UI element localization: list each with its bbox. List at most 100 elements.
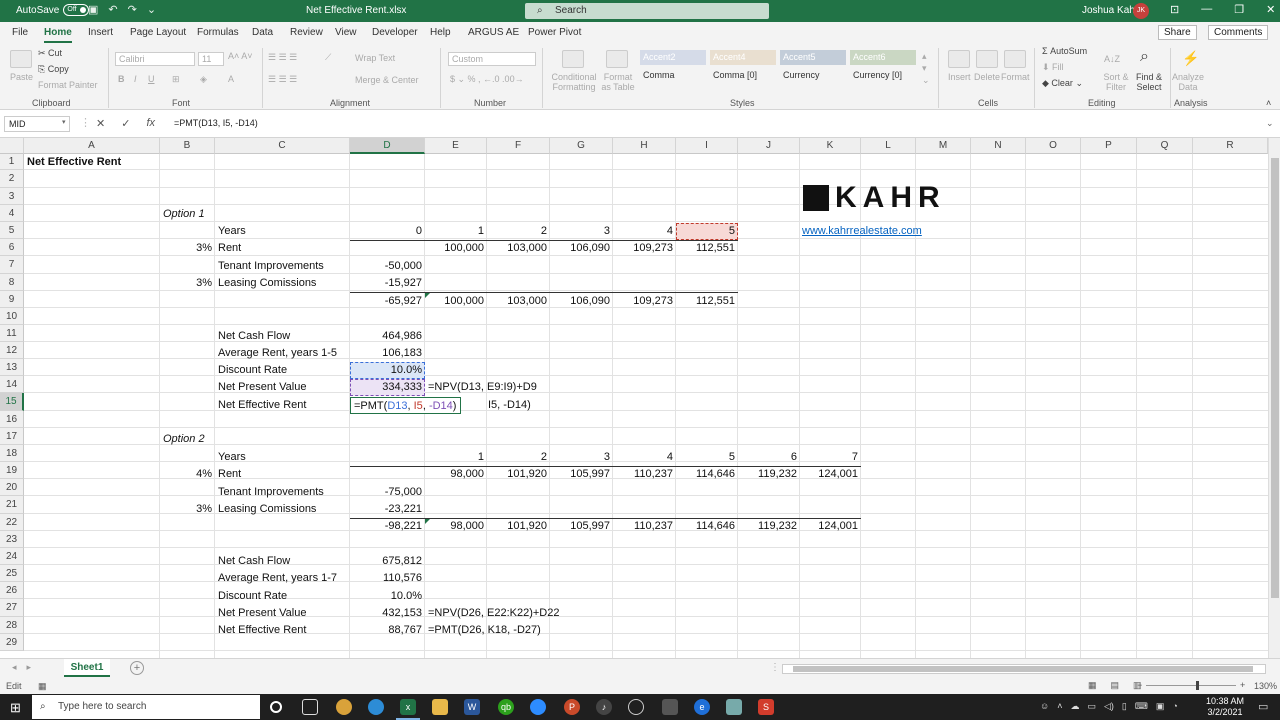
volume-icon[interactable]: ◁) <box>1104 701 1114 712</box>
o1-avg-label[interactable]: Average Rent, years 1-5 <box>215 345 340 362</box>
customize-qat-icon[interactable]: ⌄ <box>147 3 156 16</box>
cancel-icon[interactable]: ✕ <box>96 117 105 130</box>
sheet-tab-sheet1[interactable]: Sheet1 <box>64 659 110 677</box>
top-align-icon[interactable]: ☰ ☰ ☰ <box>268 52 297 63</box>
o2-avg-value[interactable]: 110,576 <box>350 570 425 587</box>
row-header[interactable]: 9 <box>0 291 24 308</box>
italic-icon[interactable]: I <box>134 74 137 84</box>
style-comma0[interactable]: Comma [0] <box>710 68 776 83</box>
column-header[interactable]: C <box>215 138 350 154</box>
close-icon[interactable]: ✕ <box>1266 3 1275 16</box>
select-all-corner[interactable] <box>0 138 24 154</box>
meet-now-icon[interactable]: ▣ <box>1156 701 1165 712</box>
o2-dr-label[interactable]: Discount Rate <box>215 588 290 605</box>
row-header[interactable]: 2 <box>0 170 24 188</box>
taskbar-search[interactable]: ⌕ Type here to search <box>32 695 260 719</box>
share-button[interactable]: Share <box>1158 25 1197 40</box>
save-icon[interactable]: ▣ <box>88 3 98 16</box>
tab-home[interactable]: Home <box>44 27 72 43</box>
column-header[interactable]: I <box>676 138 738 154</box>
zoom-in-icon[interactable]: + <box>1240 680 1245 690</box>
grow-font-icon[interactable]: A˄ A˅ <box>228 51 253 61</box>
row-header[interactable]: 6 <box>0 239 24 256</box>
o1-ncf-value[interactable]: 464,986 <box>350 328 425 345</box>
o2-ner-formula[interactable]: =PMT(D26, K18, -D27) <box>425 622 544 639</box>
tab-data[interactable]: Data <box>252 27 273 38</box>
o1-total-cell[interactable]: 103,000 <box>487 293 550 310</box>
font-size-combo[interactable]: 11 <box>198 52 224 66</box>
row-header[interactable]: 11 <box>0 325 24 342</box>
o1-rent-cell[interactable]: 103,000 <box>487 240 550 257</box>
cortana-icon[interactable] <box>270 701 282 713</box>
o1-npv-value-referenced[interactable]: 334,333 <box>350 379 425 396</box>
o1-dr-value-referenced[interactable]: 10.0% <box>350 362 425 379</box>
tab-review[interactable]: Review <box>290 27 323 38</box>
enter-icon[interactable]: ✓ <box>121 117 130 130</box>
name-box[interactable]: MID <box>4 116 70 132</box>
sort-filter-button[interactable]: Sort & Filter <box>1100 72 1132 92</box>
clear-button[interactable]: ◆ Clear ⌄ <box>1042 78 1083 89</box>
row-header[interactable]: 24 <box>0 548 24 565</box>
error-indicator-icon[interactable] <box>425 293 430 298</box>
row-header[interactable]: 21 <box>0 496 24 514</box>
o1-year-cell-referenced[interactable]: 5 <box>676 223 738 240</box>
horizontal-scrollbar[interactable] <box>782 664 1266 674</box>
conditional-formatting-icon[interactable] <box>562 50 584 68</box>
column-header[interactable]: F <box>487 138 550 154</box>
o1-lc-pct[interactable]: 3% <box>160 275 215 292</box>
fill-color-icon[interactable]: ◈ <box>200 74 207 85</box>
app-icon[interactable] <box>726 699 742 715</box>
column-header[interactable]: H <box>613 138 676 154</box>
onedrive-icon[interactable]: ☁ <box>1070 701 1079 712</box>
o1-year-cell[interactable]: 1 <box>425 223 487 240</box>
horizontal-scroll-thumb[interactable] <box>793 666 1253 672</box>
copy-button[interactable]: ⎘ Copy <box>38 64 69 75</box>
o1-ti-value[interactable]: -50,000 <box>350 258 425 275</box>
collapse-ribbon-icon[interactable]: ˄ <box>1266 98 1271 108</box>
o2-ncf-label[interactable]: Net Cash Flow <box>215 553 293 570</box>
row-header[interactable]: 22 <box>0 514 24 531</box>
style-currency0[interactable]: Currency [0] <box>850 68 916 83</box>
row-header[interactable]: 16 <box>0 411 24 428</box>
row-header[interactable]: 3 <box>0 188 24 205</box>
o2-lc-value[interactable]: -23,221 <box>350 501 425 518</box>
o1-rent-cell[interactable]: 100,000 <box>425 240 487 257</box>
people-icon[interactable]: ☺ <box>1040 701 1049 712</box>
o2-total-cell[interactable]: 124,001 <box>800 518 861 535</box>
search-box[interactable]: ⌕ Search <box>525 3 769 19</box>
o2-dr-value[interactable]: 10.0% <box>350 588 425 605</box>
o2-ner-value[interactable]: 88,767 <box>350 622 425 639</box>
o2-year-cell[interactable]: 6 <box>738 449 800 466</box>
powerpoint-icon[interactable]: P <box>564 699 580 715</box>
sort-filter-icon[interactable]: A↓Z <box>1104 54 1120 64</box>
merge-center-button[interactable]: Merge & Center <box>355 75 419 85</box>
styles-scroll-icon[interactable]: ▴ ▾ ⌄ <box>922 50 930 86</box>
row-header[interactable]: 8 <box>0 274 24 291</box>
orientation-icon[interactable]: ⟋ <box>325 52 331 63</box>
row-header[interactable]: 4 <box>0 205 24 222</box>
zoom-out-icon[interactable]: − <box>1137 680 1142 690</box>
restore-icon[interactable]: ❐ <box>1234 3 1244 16</box>
minimize-icon[interactable]: — <box>1201 3 1212 16</box>
zoom-slider[interactable] <box>1146 685 1236 686</box>
row-header[interactable]: 7 <box>0 256 24 274</box>
language-icon[interactable]: ⌨ <box>1135 701 1148 712</box>
o1-rent-cell[interactable]: 106,090 <box>550 240 613 257</box>
paste-icon[interactable] <box>10 50 32 68</box>
column-header[interactable]: J <box>738 138 800 154</box>
o2-avg-label[interactable]: Average Rent, years 1-7 <box>215 570 340 587</box>
o2-rent-cell[interactable]: 119,232 <box>738 466 800 483</box>
o2-ncf-value[interactable]: 675,812 <box>350 553 425 570</box>
row-header[interactable]: 18 <box>0 445 24 462</box>
chrome-icon[interactable] <box>336 699 352 715</box>
undo-icon[interactable]: ↶ <box>108 3 117 16</box>
row-header[interactable]: 19 <box>0 462 24 479</box>
style-accent2[interactable]: Accent2 <box>640 50 706 65</box>
tab-power-pivot[interactable]: Power Pivot <box>528 27 581 38</box>
o2-ti-value[interactable]: -75,000 <box>350 484 425 501</box>
o2-total-cell[interactable]: 105,997 <box>550 518 613 535</box>
notifications-icon[interactable]: ▭ <box>1258 700 1268 713</box>
o2-total-cell[interactable]: 119,232 <box>738 518 800 535</box>
o2-year-cell[interactable]: 4 <box>613 449 676 466</box>
column-header[interactable]: N <box>971 138 1026 154</box>
